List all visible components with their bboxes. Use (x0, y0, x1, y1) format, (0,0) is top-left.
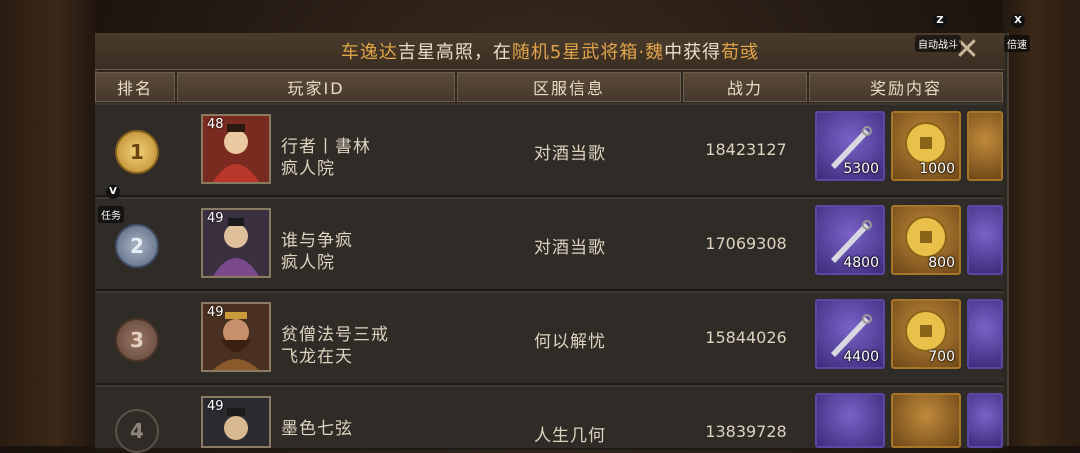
hero-level: 49 (207, 399, 224, 414)
reward-qty: 700 (928, 349, 955, 365)
background-right (1002, 0, 1080, 446)
z-key-badge: Z (933, 14, 947, 28)
table-row[interactable]: 3 49 贫僧法号三戒 飞龙在天 何以解忧 15844026 4400 700 (95, 291, 1003, 385)
auto-battle-button[interactable]: 自动战斗 (915, 35, 961, 52)
reward-qty: 4400 (843, 349, 879, 365)
header-player: 玩家ID (177, 72, 455, 102)
banner-text-2: 中获得 (664, 42, 722, 63)
reward-coin[interactable]: 700 (891, 299, 961, 369)
power-value: 13839728 (705, 422, 787, 441)
reward-item[interactable] (967, 111, 1003, 181)
header-rank: 排名 (95, 72, 175, 102)
reward-item[interactable] (967, 393, 1003, 448)
v-key-badge: V (106, 185, 120, 199)
header-power: 战力 (683, 72, 807, 102)
server-name: 对酒当歌 (534, 144, 606, 164)
header-reward: 奖励内容 (809, 72, 1003, 102)
guild-name: 飞龙在天 (281, 347, 353, 367)
guild-name: 疯人院 (281, 159, 335, 179)
power-value: 17069308 (705, 234, 787, 253)
announcement-banner: 车逸达 吉星高照，在 随机5星武将箱·魏 中获得 荀彧 (95, 33, 1005, 70)
banner-item: 随机5星武将箱·魏 (511, 42, 665, 63)
reward-dagger[interactable]: 4800 (815, 205, 885, 275)
reward-item[interactable] (967, 299, 1003, 369)
reward-qty: 5300 (843, 161, 879, 177)
table-row[interactable]: 4 49 墨色七弦 人生几何 13839728 (95, 385, 1003, 453)
rank-medal-gold: 1 (115, 130, 159, 174)
speed-button[interactable]: 倍速 (1004, 35, 1030, 52)
hero-avatar[interactable]: 49 (201, 302, 271, 372)
reward-qty: 4800 (843, 255, 879, 271)
banner-hero: 荀彧 (721, 42, 760, 63)
server-name: 对酒当歌 (534, 238, 606, 258)
server-name: 何以解忧 (534, 332, 606, 352)
reward-coin[interactable] (891, 393, 961, 448)
hero-level: 49 (207, 211, 224, 226)
header-server: 区服信息 (457, 72, 681, 102)
reward-dagger[interactable] (815, 393, 885, 448)
reward-qty: 1000 (919, 161, 955, 177)
player-name: 墨色七弦 (281, 419, 353, 439)
banner-player: 车逸达 (340, 42, 398, 63)
rank-medal-bronze: 3 (115, 318, 159, 362)
hero-avatar[interactable]: 49 (201, 208, 271, 278)
reward-coin[interactable]: 1000 (891, 111, 961, 181)
banner-text-1: 吉星高照，在 (397, 42, 512, 63)
background-left (0, 0, 95, 446)
reward-qty: 800 (928, 255, 955, 271)
table-row[interactable]: 1 48 行者丨書林 疯人院 对酒当歌 18423127 5300 1000 (95, 103, 1003, 197)
reward-item[interactable] (967, 205, 1003, 275)
task-button[interactable]: 任务 (98, 206, 124, 223)
reward-coin[interactable]: 800 (891, 205, 961, 275)
power-value: 18423127 (705, 140, 787, 159)
guild-name: 疯人院 (281, 253, 335, 273)
rank-medal-silver: 2 (115, 224, 159, 268)
hero-level: 49 (207, 305, 224, 320)
reward-dagger[interactable]: 5300 (815, 111, 885, 181)
hero-level: 48 (207, 117, 224, 132)
x-key-badge: X (1011, 14, 1025, 28)
power-value: 15844026 (705, 328, 787, 347)
hero-avatar[interactable]: 49 (201, 396, 271, 448)
reward-dagger[interactable]: 4400 (815, 299, 885, 369)
server-name: 人生几何 (534, 426, 606, 446)
hero-avatar[interactable]: 48 (201, 114, 271, 184)
table-row[interactable]: 2 49 谁与争疯 疯人院 对酒当歌 17069308 4800 800 (95, 197, 1003, 291)
rank-number: 4 (115, 409, 159, 453)
